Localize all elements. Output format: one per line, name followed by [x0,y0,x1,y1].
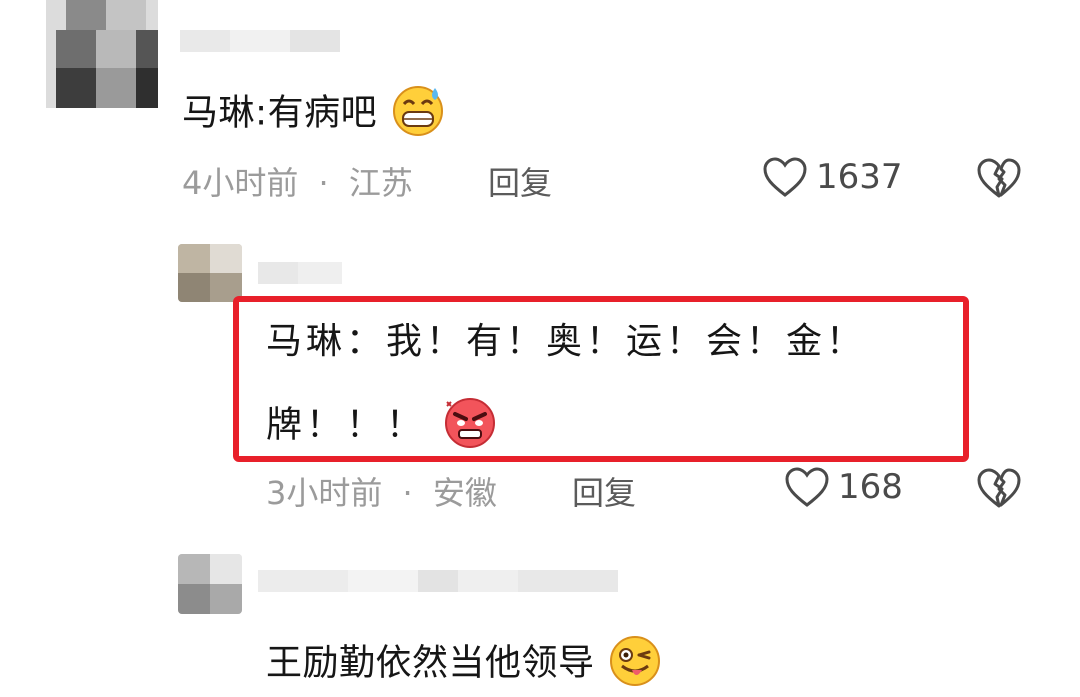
comment-text: 王励勤依然当他领导 [266,632,664,697]
like-count: 168 [838,467,903,507]
comment-meta: 4小时前 · 江苏 [182,158,413,204]
broken-heart-icon [977,468,1021,508]
comment-text-line2: 牌！！！ [266,394,499,459]
location: 安徽 [432,474,497,512]
username-blurred [258,570,618,592]
comment-body: 牌！！！ [266,404,427,446]
avatar[interactable] [178,244,242,302]
comment-body: 马琳:有病吧 [182,92,378,134]
heart-icon [785,467,829,507]
location: 江苏 [348,164,413,202]
comment-meta: 3小时前 · 安徽 [266,468,497,514]
sweat-grin-emoji-icon [389,82,447,147]
comment-text: 马琳:有病吧 [182,82,447,147]
separator: · [318,164,329,202]
heart-icon [763,157,807,197]
angry-face-emoji-icon [441,394,499,459]
dislike-button[interactable] [976,157,1022,203]
timestamp: 4小时前 [182,164,299,202]
separator: · [402,474,413,512]
dislike-button[interactable] [976,467,1022,513]
reply-button[interactable]: 回复 [488,158,552,204]
like-count: 1637 [816,157,903,197]
timestamp: 3小时前 [266,474,383,512]
comment-body: 王励勤依然当他领导 [266,642,595,684]
like-button[interactable]: 1637 [762,156,903,198]
broken-heart-icon [977,158,1021,198]
reply-button[interactable]: 回复 [572,468,636,514]
winking-tongue-emoji-icon [606,632,664,697]
avatar[interactable] [178,554,242,614]
username-blurred [180,30,340,52]
username-blurred [258,262,342,284]
comment-text: 马琳：我！有！奥！运！会！金！ [266,321,867,362]
like-button[interactable]: 168 [784,466,903,508]
avatar[interactable] [46,0,158,108]
